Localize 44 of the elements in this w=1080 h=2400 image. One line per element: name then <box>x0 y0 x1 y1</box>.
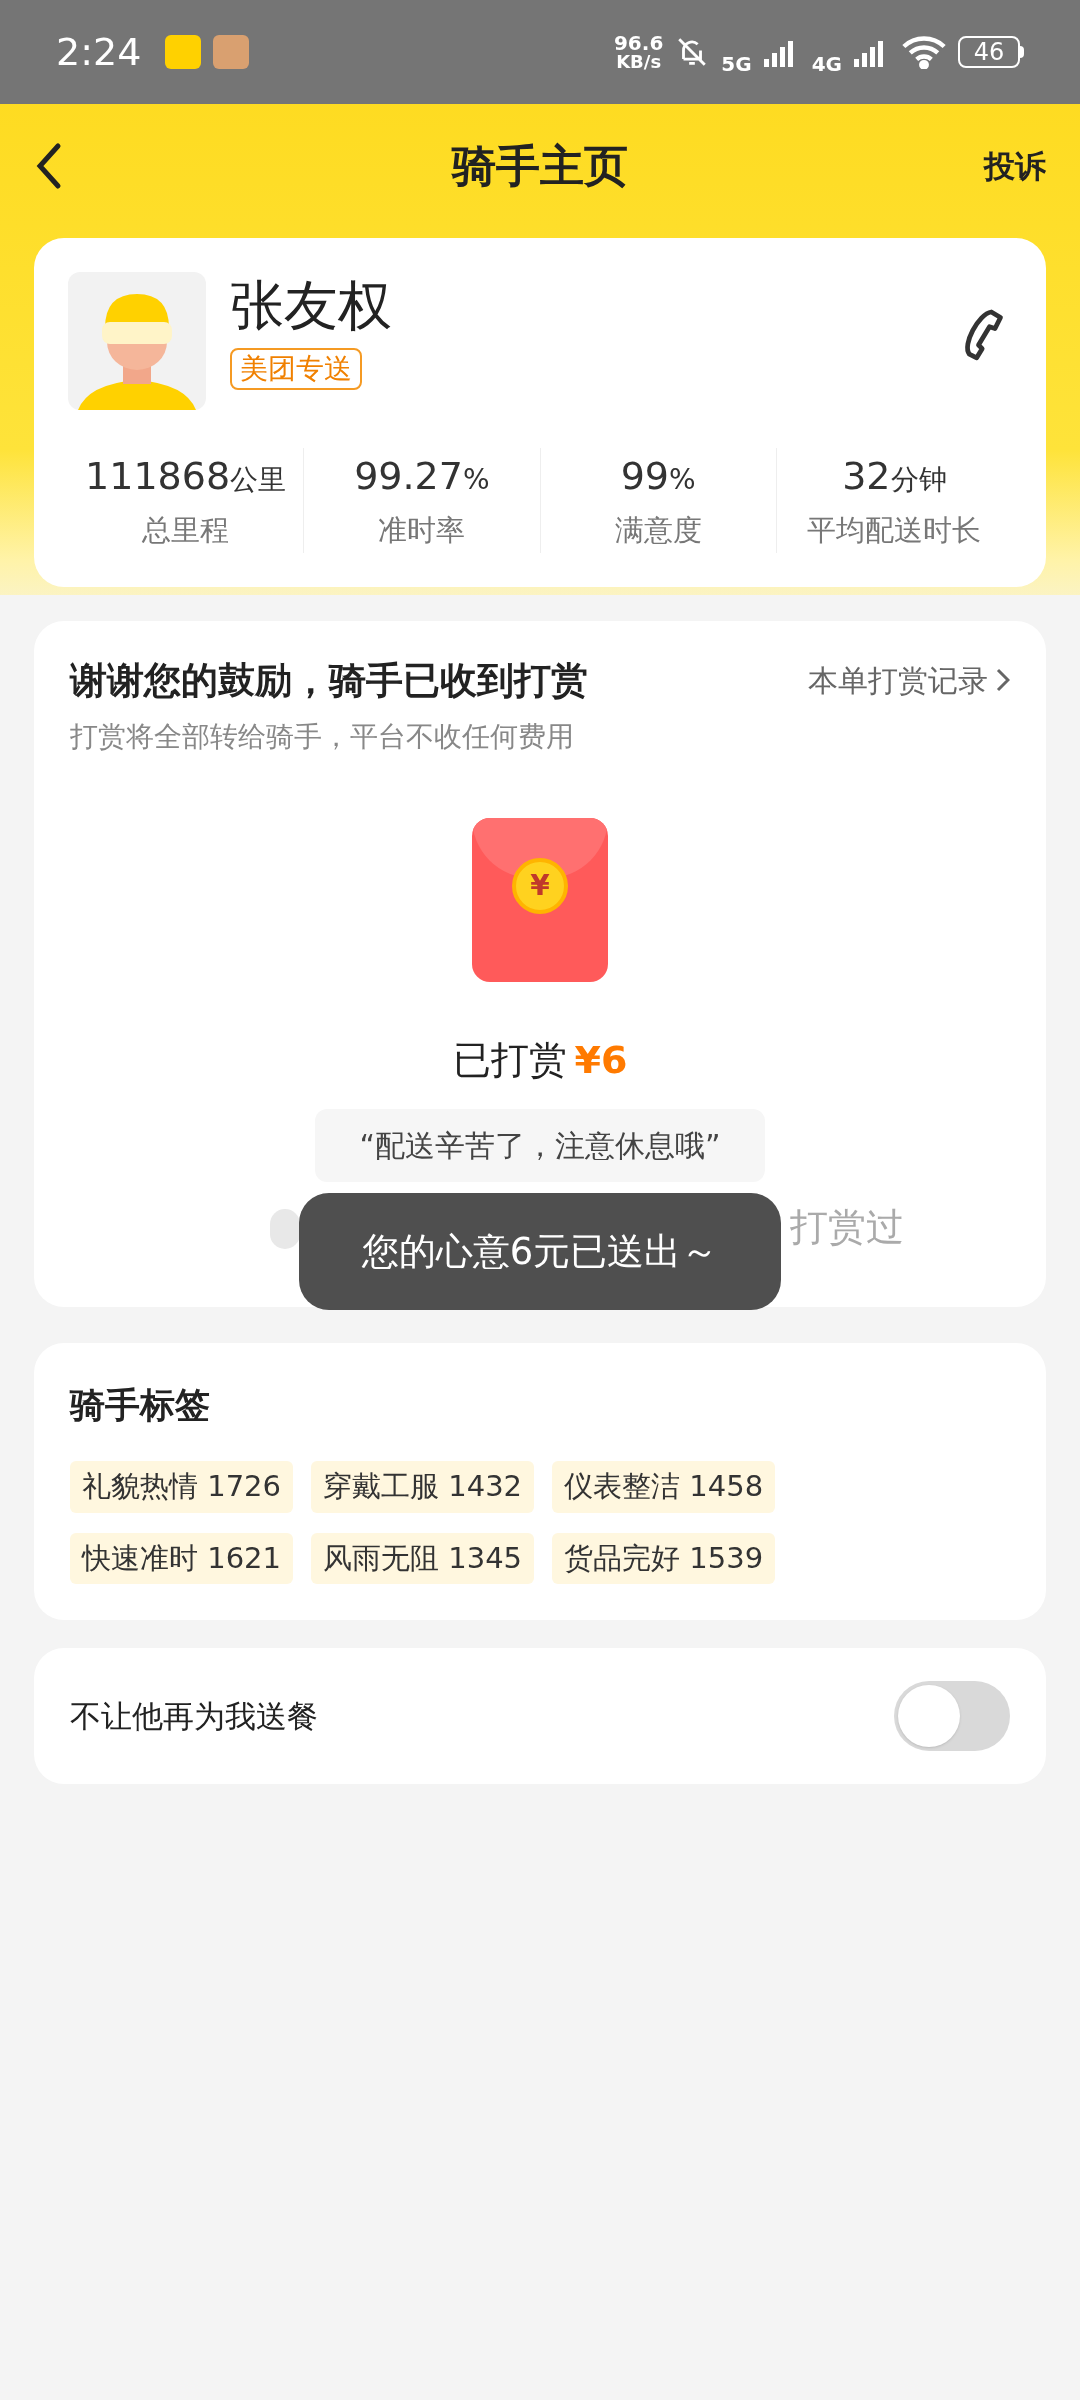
network-type: 4G <box>811 51 842 78</box>
stat-label: 总里程 <box>142 512 230 549</box>
page-title: 骑手主页 <box>452 139 628 193</box>
network-speed: 96.6 <box>613 33 664 53</box>
stat-unit: 公里 <box>230 463 287 498</box>
reward-subtitle: 打赏将全部转给骑手，平台不收任何费用 <box>70 719 575 755</box>
tip-message: “配送辛苦了，注意休息哦” <box>315 1109 765 1182</box>
rider-tag: 风雨无阻 1345 <box>311 1532 535 1584</box>
rider-tag: 快速准时 1621 <box>70 1532 294 1584</box>
stat-label: 准时率 <box>378 512 466 549</box>
stat-value: 32 <box>842 453 891 500</box>
yen-coin: ¥ <box>512 858 568 914</box>
battery-indicator: 46 <box>958 36 1020 68</box>
stat-unit: % <box>669 462 696 498</box>
reward-title: 谢谢您的鼓励，骑手已收到打赏 <box>70 657 588 704</box>
app-icon <box>165 35 202 69</box>
stat-label: 平均配送时长 <box>807 512 982 549</box>
tip-amount: ¥6 <box>574 1037 628 1084</box>
stat-label: 满意度 <box>614 512 702 549</box>
tipper-avatar <box>270 1208 300 1249</box>
rider-tag: 穿戴工服 1432 <box>311 1461 535 1513</box>
rider-tag: 仪表整洁 1458 <box>552 1461 776 1513</box>
tippers-count: 打赏过 <box>790 1203 904 1251</box>
status-time: 2:24 <box>56 28 142 76</box>
tags-title: 骑手标签 <box>70 1384 210 1425</box>
stat-value: 99.27 <box>354 453 463 500</box>
stat-value: 111868 <box>85 453 231 500</box>
complaint-link[interactable]: 投诉 <box>984 142 1046 190</box>
stat-unit: % <box>462 462 490 498</box>
stat-unit: 分钟 <box>890 463 947 498</box>
rider-name: 张友权 <box>230 273 392 339</box>
chevron-right-icon <box>996 668 1010 693</box>
rider-tag: 美团专送 <box>230 347 362 390</box>
network-speed-unit: KB/s <box>616 53 662 71</box>
stat-value: 99 <box>620 453 669 500</box>
rider-tag: 礼貌热情 1726 <box>70 1461 294 1513</box>
block-label: 不让他再为我送餐 <box>70 1696 318 1736</box>
network-type: 5G <box>721 51 752 78</box>
rider-tag: 货品完好 1539 <box>552 1532 776 1584</box>
toast: 您的心意6元已送出～ <box>299 1193 781 1310</box>
reward-record-link[interactable]: 本单打赏记录 <box>808 657 1010 703</box>
wifi-icon <box>902 35 946 69</box>
tip-label: 已打赏 <box>452 1037 567 1084</box>
app-icon <box>213 35 250 69</box>
